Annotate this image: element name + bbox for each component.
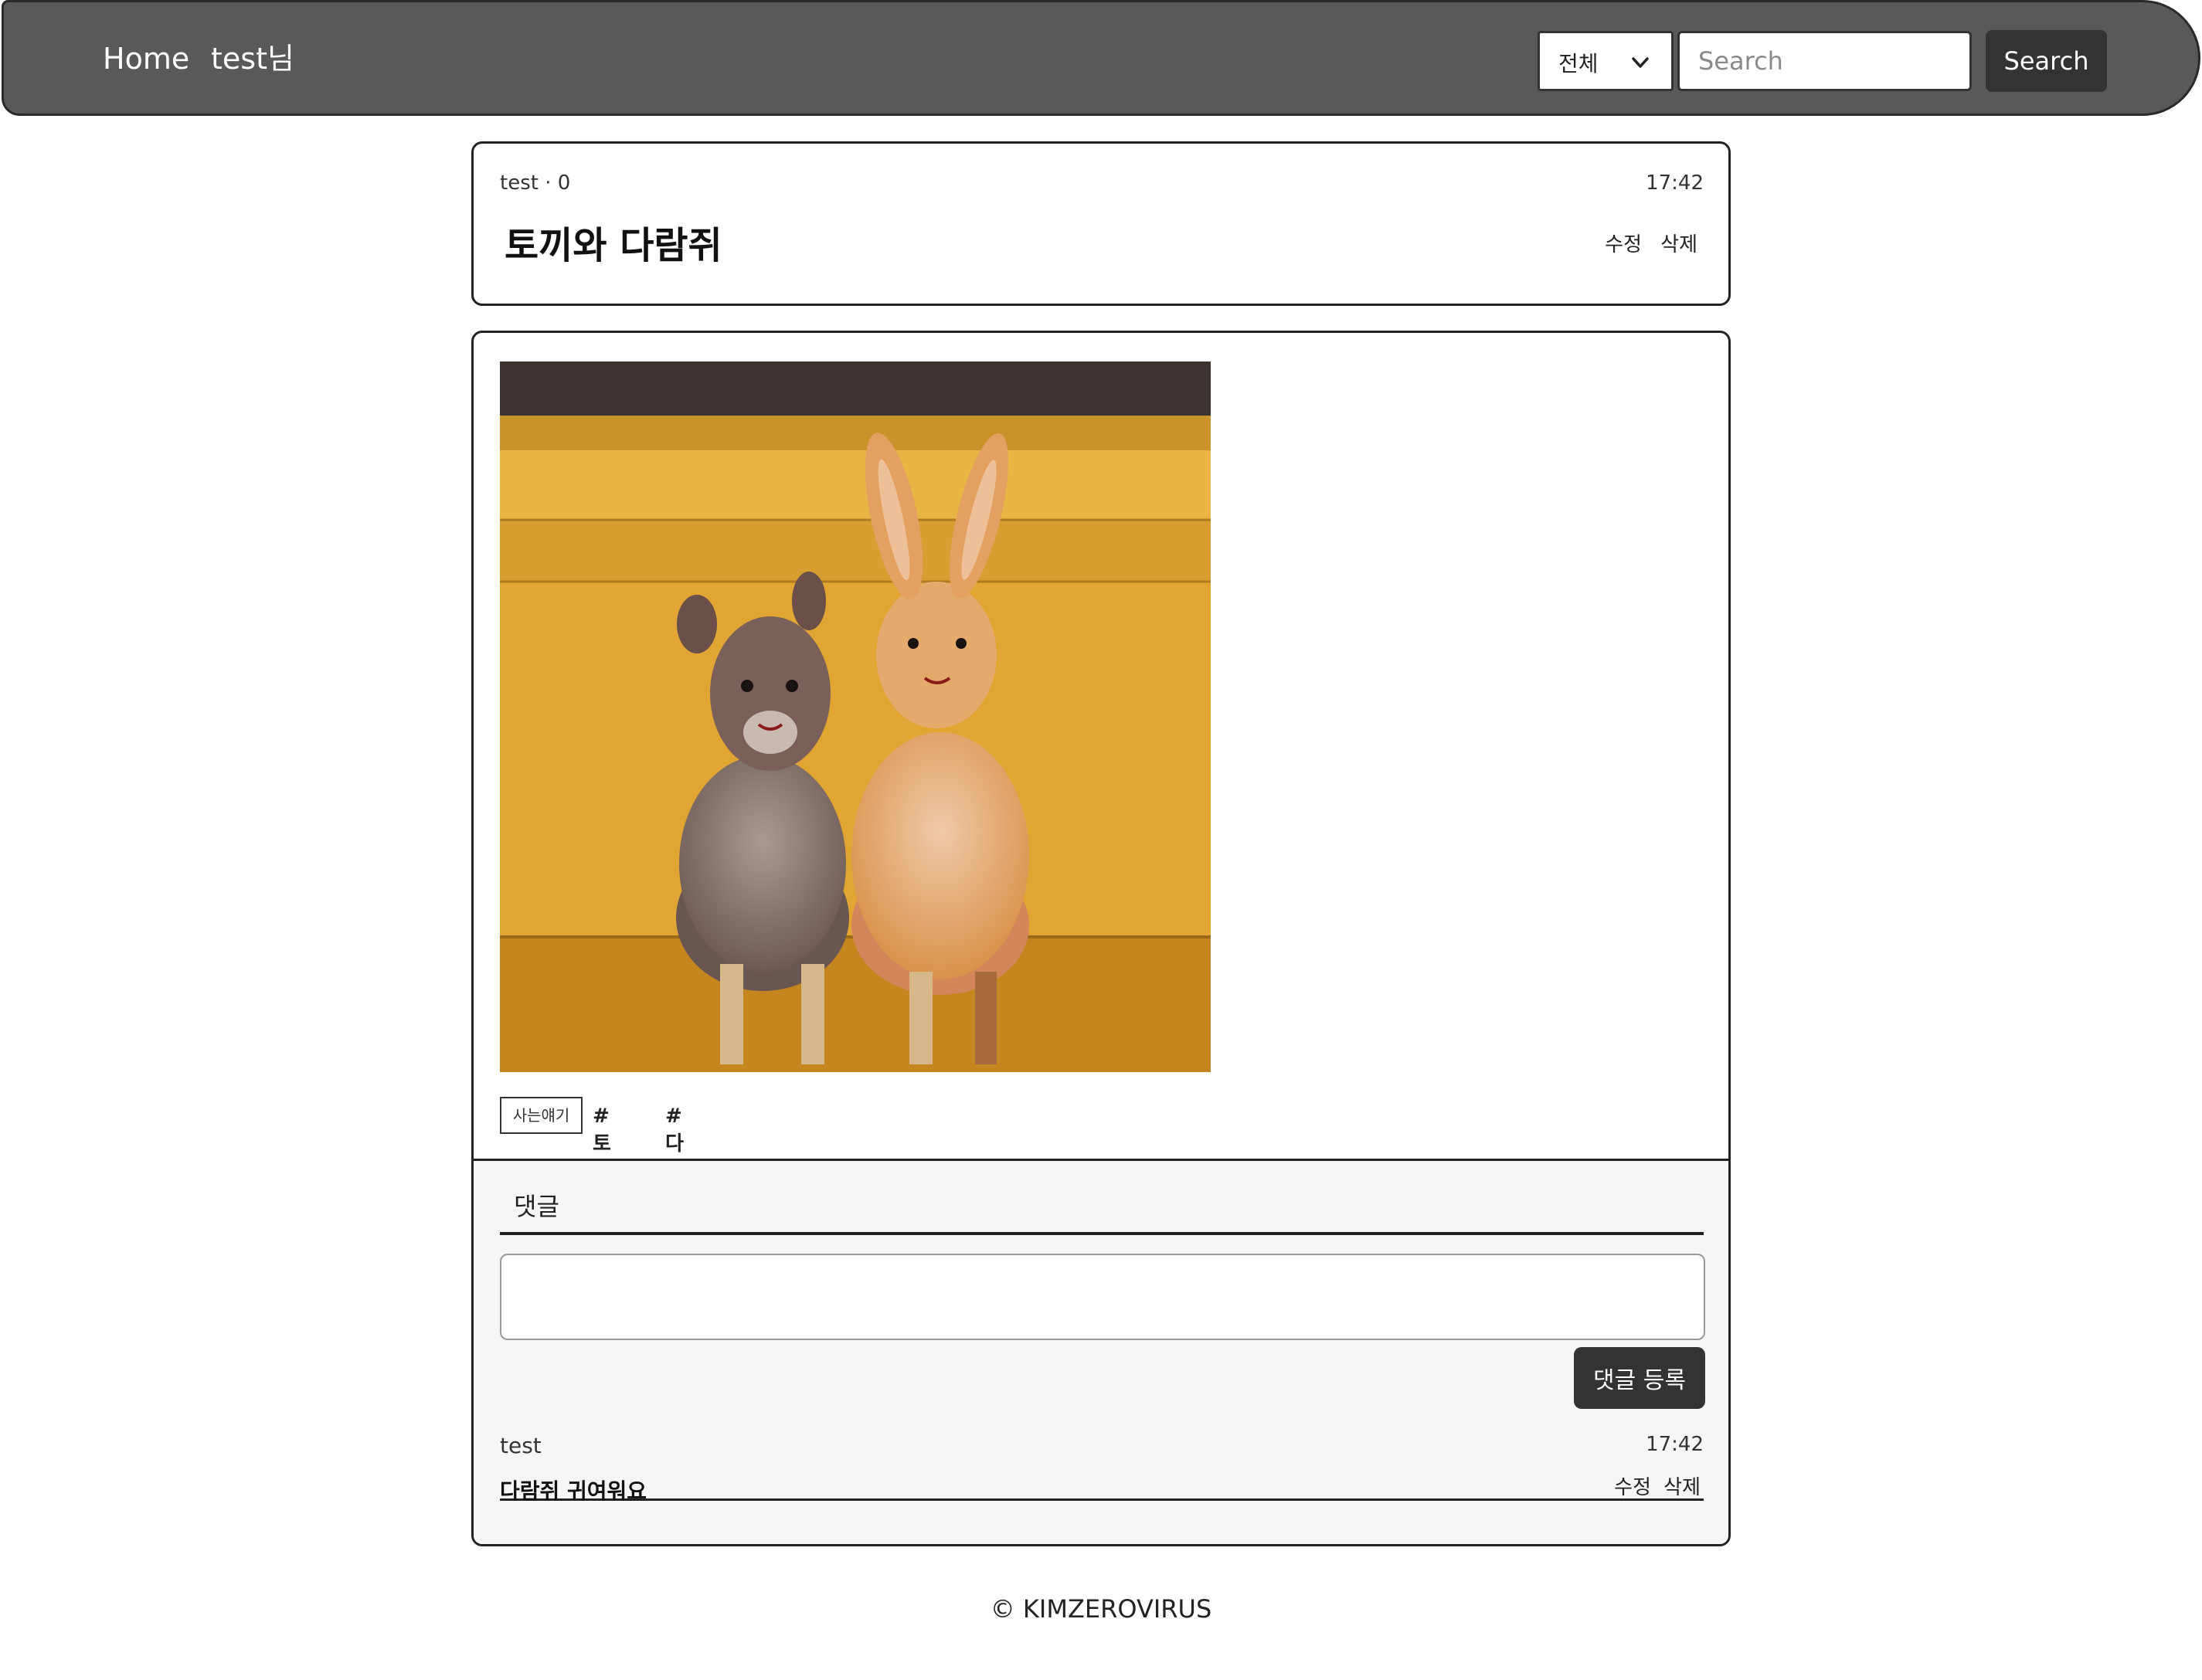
- post-author-meta: test · 0: [500, 171, 571, 195]
- footer-copyright: © KIMZEROVIRUS: [990, 1594, 1212, 1624]
- chevron-down-icon: [1632, 57, 1649, 68]
- comment-author: test: [500, 1433, 542, 1458]
- nav-home-link[interactable]: Home: [103, 37, 189, 80]
- navbar: Home test님 전체 Search: [2, 0, 2200, 116]
- post-image: [500, 361, 1211, 1072]
- post-header-card: test · 0 17:42 토끼와 다람쥐 수정 삭제: [471, 141, 1731, 306]
- post-body-card: 사는얘기 #토끼 #다람쥐 댓글 댓글 등록 test 17:42 다람쥐 귀여…: [471, 331, 1731, 1546]
- post-time: 17:42: [1646, 171, 1704, 195]
- comment-text: 다람쥐 귀여워요: [500, 1478, 647, 1504]
- delete-comment-button[interactable]: 삭제: [1663, 1471, 1701, 1500]
- comment-submit-button[interactable]: 댓글 등록: [1574, 1347, 1705, 1409]
- edit-post-button[interactable]: 수정: [1605, 229, 1642, 257]
- comment-heading: 댓글: [500, 1169, 1704, 1235]
- nav-user-link[interactable]: test님: [211, 37, 294, 80]
- comment-textarea[interactable]: [500, 1254, 1705, 1340]
- edit-comment-button[interactable]: 수정: [1614, 1471, 1651, 1500]
- search-input[interactable]: [1677, 31, 1972, 91]
- category-badge[interactable]: 사는얘기: [500, 1097, 583, 1134]
- comment-time: 17:42: [1646, 1433, 1704, 1456]
- comment-section: 댓글 댓글 등록 test 17:42 다람쥐 귀여워요 수정 삭제: [474, 1159, 1728, 1544]
- comment-item: test 17:42 다람쥐 귀여워요 수정 삭제: [500, 1433, 1704, 1504]
- search-button[interactable]: Search: [1986, 30, 2107, 92]
- category-select-value: 전체: [1558, 51, 1599, 76]
- post-title: 토끼와 다람쥐: [505, 224, 722, 267]
- category-select[interactable]: 전체: [1538, 31, 1674, 91]
- comment-heading-label: 댓글: [514, 1192, 559, 1221]
- delete-post-button[interactable]: 삭제: [1660, 229, 1697, 257]
